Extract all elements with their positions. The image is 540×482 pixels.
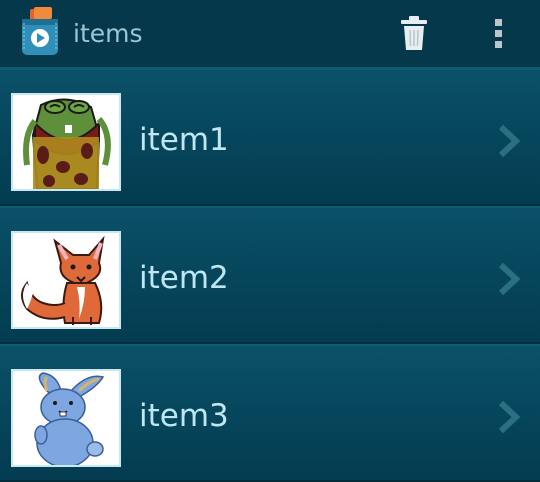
- list-item-label: item2: [139, 260, 229, 296]
- fox-icon: [11, 231, 121, 329]
- chevron-right-icon: [496, 400, 522, 434]
- list-item[interactable]: item3: [0, 346, 540, 482]
- more-vert-icon[interactable]: [488, 16, 508, 52]
- chevron-right-icon: [496, 124, 522, 158]
- list-item-label: item3: [139, 398, 229, 434]
- app-window: items item1 item2 item3: [0, 0, 540, 482]
- bunny-icon: [11, 369, 121, 467]
- list-item[interactable]: item1: [0, 70, 540, 206]
- page-title: items: [73, 19, 143, 48]
- pocket-app-logo-icon[interactable]: [20, 7, 60, 57]
- chevron-right-icon: [496, 262, 522, 296]
- list-item[interactable]: item2: [0, 208, 540, 344]
- list-item-label: item1: [139, 122, 229, 158]
- action-bar: items: [0, 0, 540, 67]
- trash-icon[interactable]: [398, 14, 430, 52]
- items-list: item1 item2 item3: [0, 70, 540, 482]
- green-monster-icon: [11, 93, 121, 191]
